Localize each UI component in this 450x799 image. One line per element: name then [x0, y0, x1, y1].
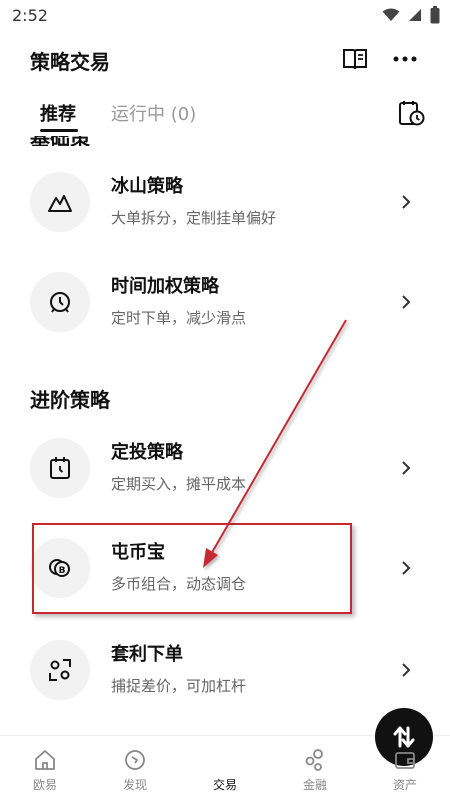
- status-bar: 2:52: [0, 0, 450, 32]
- home-icon: [35, 750, 55, 770]
- item-title: 屯币宝: [111, 542, 165, 563]
- battery-icon: [430, 6, 440, 24]
- item-subtitle: 捕捉差价，可加杠杆: [111, 677, 247, 695]
- item-subtitle: 多币组合，动态调仓: [111, 575, 247, 593]
- app-header: 策略交易: [0, 32, 450, 88]
- book-icon: [343, 49, 367, 70]
- item-title: 时间加权策略: [111, 276, 219, 297]
- item-title: 套利下单: [111, 644, 183, 665]
- item-subtitle: 定时下单，减少滑点: [111, 309, 247, 327]
- nav-item-home[interactable]: 欧易: [0, 736, 90, 799]
- svg-text:B: B: [59, 566, 66, 576]
- nav-item-assets[interactable]: 资产: [360, 736, 450, 799]
- nav-item-trade[interactable]: 交易: [180, 708, 433, 799]
- wifi-icon: [382, 8, 400, 21]
- item-icon-bg: [30, 272, 90, 332]
- list-item-iceberg[interactable]: 冰山策略 大单拆分，定制挂单偏好: [0, 172, 450, 272]
- more-icon: [393, 56, 417, 62]
- wallet-icon: [395, 752, 415, 769]
- item-title: 定投策略: [111, 442, 183, 463]
- chevron-right-icon: [402, 663, 411, 677]
- scrolled-section-heading: 基础策略: [30, 136, 100, 146]
- chevron-right-icon: [402, 461, 411, 475]
- tab-running[interactable]: 运行中 (0): [111, 100, 196, 126]
- order-history-icon: [399, 101, 425, 126]
- scan-icon: [49, 659, 71, 681]
- bottom-nav: 欧易 发现 交易 金融 资产: [0, 708, 450, 799]
- list-item-coin-portfolio[interactable]: B 屯币宝 多币组合，动态调仓: [0, 538, 450, 638]
- item-icon-bg: [30, 172, 90, 232]
- item-icon-bg: [30, 438, 90, 498]
- mountain-icon: [48, 195, 72, 212]
- status-time: 2:52: [12, 6, 48, 25]
- nav-label: 金融: [302, 778, 327, 792]
- calendar-icon: [50, 457, 70, 479]
- guide-button[interactable]: [340, 44, 370, 74]
- signal-icon: [409, 9, 421, 21]
- strategy-tabs: 推荐 运行中 (0): [0, 88, 450, 138]
- history-button[interactable]: [396, 98, 426, 128]
- nav-label: 资产: [392, 778, 417, 792]
- item-icon-bg: [30, 640, 90, 700]
- list-item-dca[interactable]: 定投策略 定期买入，摊平成本: [0, 438, 450, 538]
- section-title-advanced: 进阶策略: [30, 388, 110, 412]
- page-title: 策略交易: [30, 50, 110, 74]
- chevron-right-icon: [402, 561, 411, 575]
- discover-icon: [125, 750, 145, 770]
- nav-item-finance[interactable]: 金融: [270, 736, 360, 799]
- item-title: 冰山策略: [111, 176, 183, 197]
- item-subtitle: 定期买入，摊平成本: [111, 475, 247, 493]
- nav-label: 交易: [212, 778, 237, 792]
- list-item-twap[interactable]: 时间加权策略 定时下单，减少滑点: [0, 272, 450, 372]
- item-icon-bg: B: [30, 538, 90, 598]
- nav-item-discover[interactable]: 发现: [90, 736, 180, 799]
- tab-active-indicator: [40, 129, 78, 132]
- clock-icon: [50, 292, 70, 313]
- item-subtitle: 大单拆分，定制挂单偏好: [111, 209, 277, 227]
- finance-icon: [305, 749, 323, 771]
- status-icons: [382, 6, 440, 24]
- nav-label: 欧易: [32, 778, 57, 792]
- nav-label: 发现: [122, 778, 147, 792]
- coins-icon: B: [49, 559, 70, 577]
- chevron-right-icon: [402, 195, 411, 209]
- chevron-right-icon: [402, 295, 411, 309]
- more-button[interactable]: [388, 44, 422, 74]
- tab-recommended[interactable]: 推荐: [40, 100, 76, 126]
